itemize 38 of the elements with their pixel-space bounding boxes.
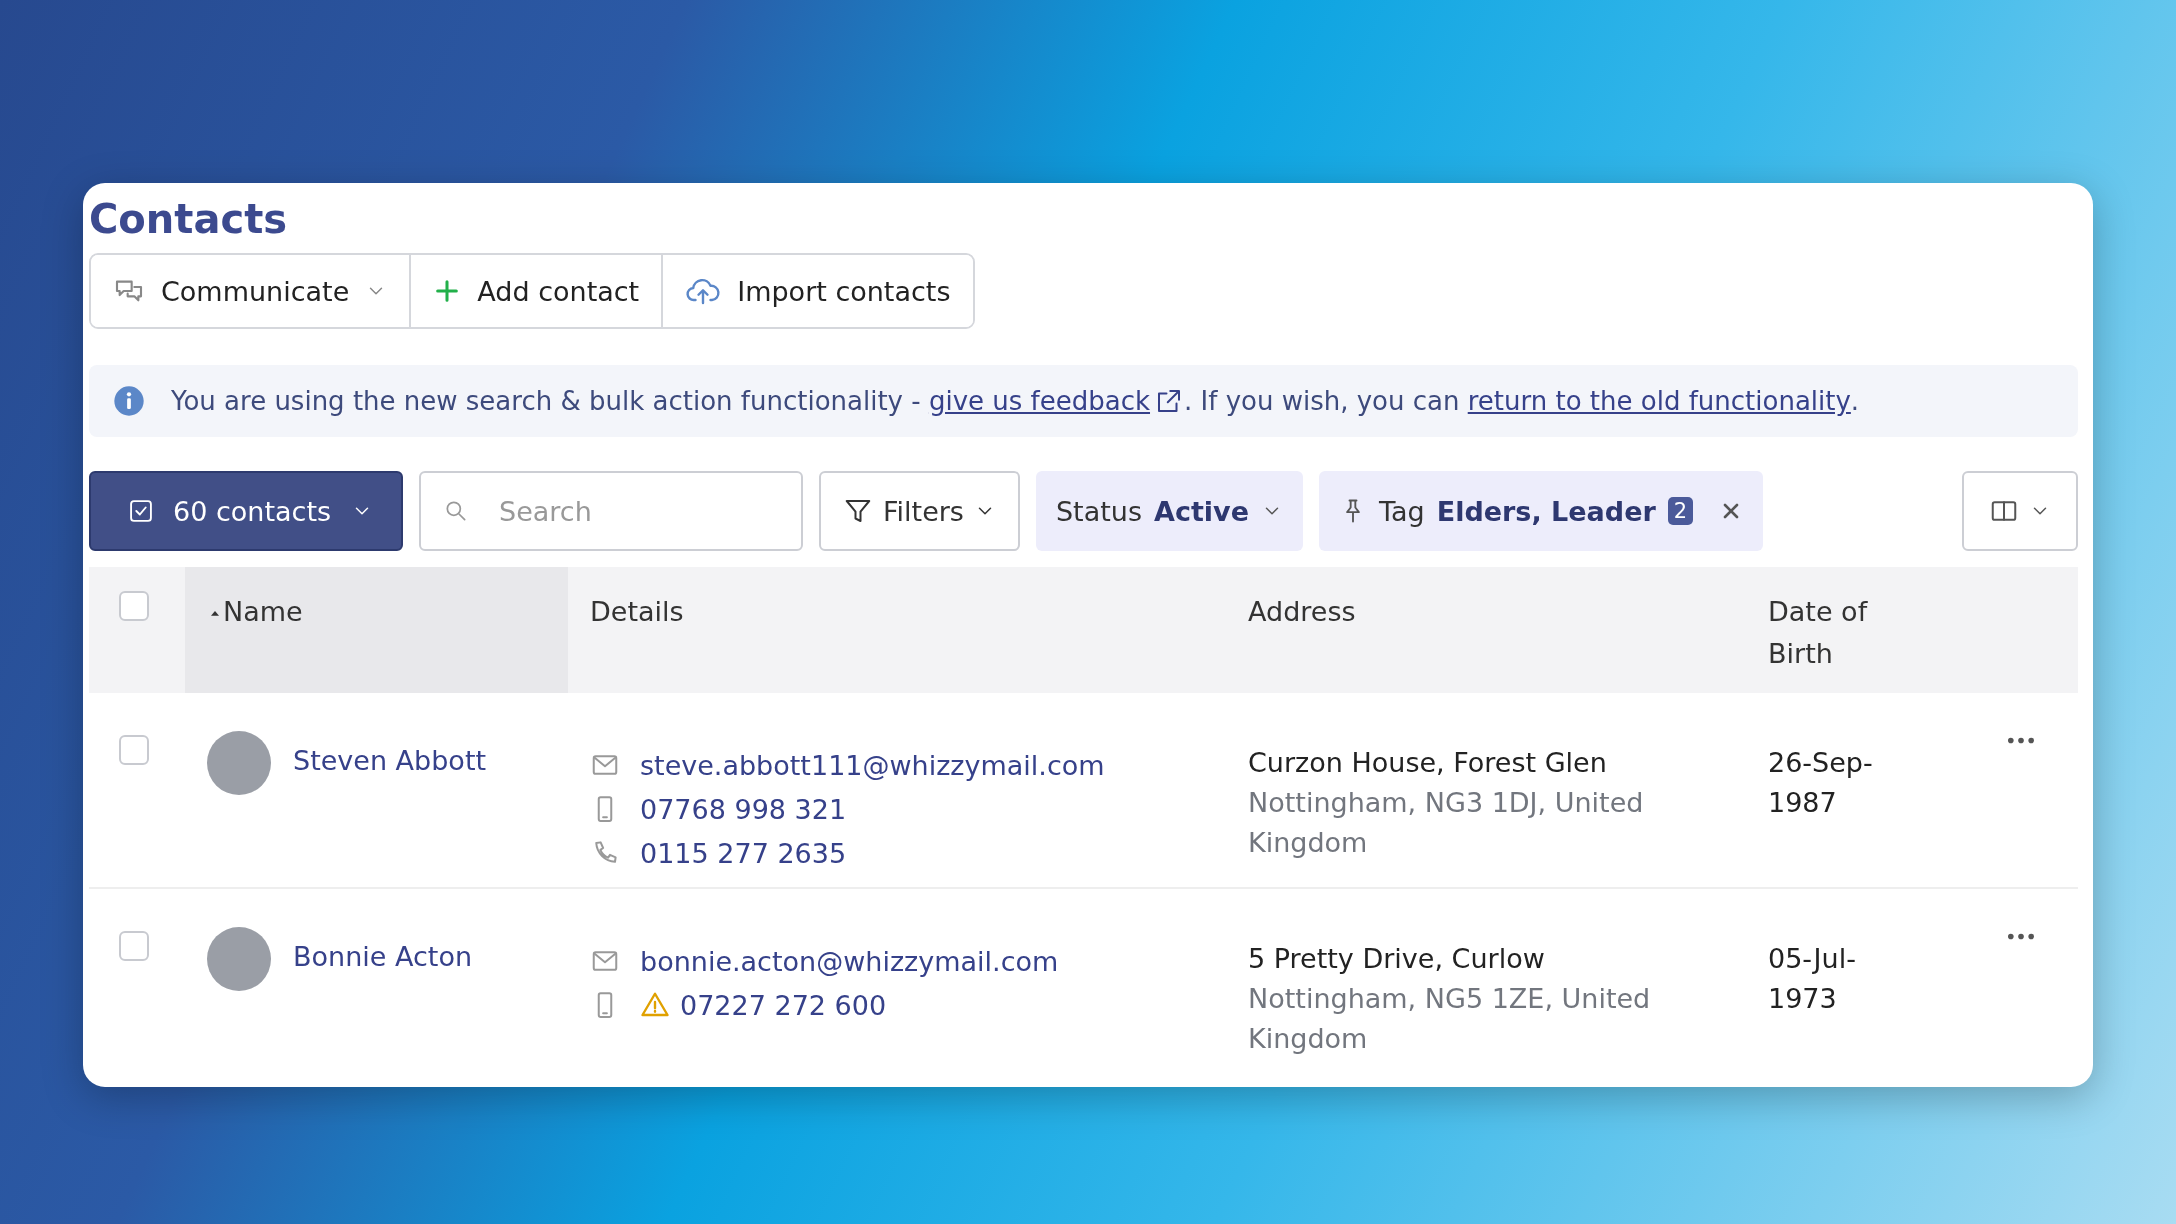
mobile-link[interactable]: 07227 272 600 bbox=[680, 989, 887, 1021]
address-line: Nottingham, NG3 1DJ, United Kingdom bbox=[1248, 786, 1645, 860]
mobile-link[interactable]: 07768 998 321 bbox=[640, 793, 847, 825]
more-actions-button[interactable] bbox=[2008, 737, 2034, 744]
contact-name-link[interactable]: Steven Abbott bbox=[293, 745, 487, 776]
selection-button[interactable]: 60 contacts bbox=[89, 471, 403, 551]
ellipsis-icon bbox=[2008, 737, 2034, 744]
search-field[interactable]: Search bbox=[419, 471, 803, 551]
select-all-checkbox[interactable] bbox=[119, 591, 149, 621]
status-filter-chip[interactable]: Status Active bbox=[1035, 471, 1303, 551]
count-badge: 2 bbox=[1667, 497, 1694, 525]
row-checkbox[interactable] bbox=[119, 931, 149, 961]
address-line: Nottingham, NG5 1ZE, United Kingdom bbox=[1248, 982, 1652, 1056]
column-header[interactable]: Details bbox=[568, 567, 1226, 693]
date-of-birth: 05-Jul-1973 bbox=[1768, 942, 1857, 1016]
page-title: Contacts bbox=[89, 195, 289, 244]
email-link[interactable]: bonnie.acton@whizzymail.com bbox=[640, 945, 1059, 977]
info-message: You are using the new search & bulk action functionality - give us feedback . If you wish, you can return to the old functionality. bbox=[171, 386, 1860, 416]
contact-name-link[interactable]: Bonnie Acton bbox=[293, 941, 473, 972]
phone-link[interactable]: 0115 277 2635 bbox=[640, 837, 847, 869]
feedback-link[interactable]: give us feedback bbox=[928, 386, 1184, 416]
old-functionality-link[interactable]: return to the old functionality bbox=[1467, 386, 1851, 416]
info-icon bbox=[113, 385, 145, 417]
columns-button[interactable] bbox=[1962, 471, 2078, 551]
checkbox-icon bbox=[127, 497, 155, 525]
filters-button[interactable]: Filters bbox=[819, 471, 1020, 551]
communicate-button[interactable]: Communicate bbox=[91, 255, 412, 327]
address-line: 5 Pretty Drive, Curlow bbox=[1248, 942, 1546, 976]
ellipsis-icon bbox=[2008, 933, 2034, 940]
column-header[interactable]: Date of Birth bbox=[1746, 567, 1966, 693]
row-checkbox[interactable] bbox=[119, 735, 149, 765]
email-link[interactable]: steve.abbott111@whizzymail.com bbox=[640, 749, 1105, 781]
address-line: Curzon House, Forest Glen bbox=[1248, 746, 1608, 780]
date-of-birth: 26-Sep-1987 bbox=[1768, 746, 1874, 820]
tag-filter-chip[interactable]: Tag Elders, Leader 2 bbox=[1318, 471, 1764, 551]
column-header[interactable]: Name bbox=[185, 567, 568, 693]
column-header[interactable]: Address bbox=[1226, 567, 1746, 693]
more-actions-button[interactable] bbox=[2008, 933, 2034, 940]
